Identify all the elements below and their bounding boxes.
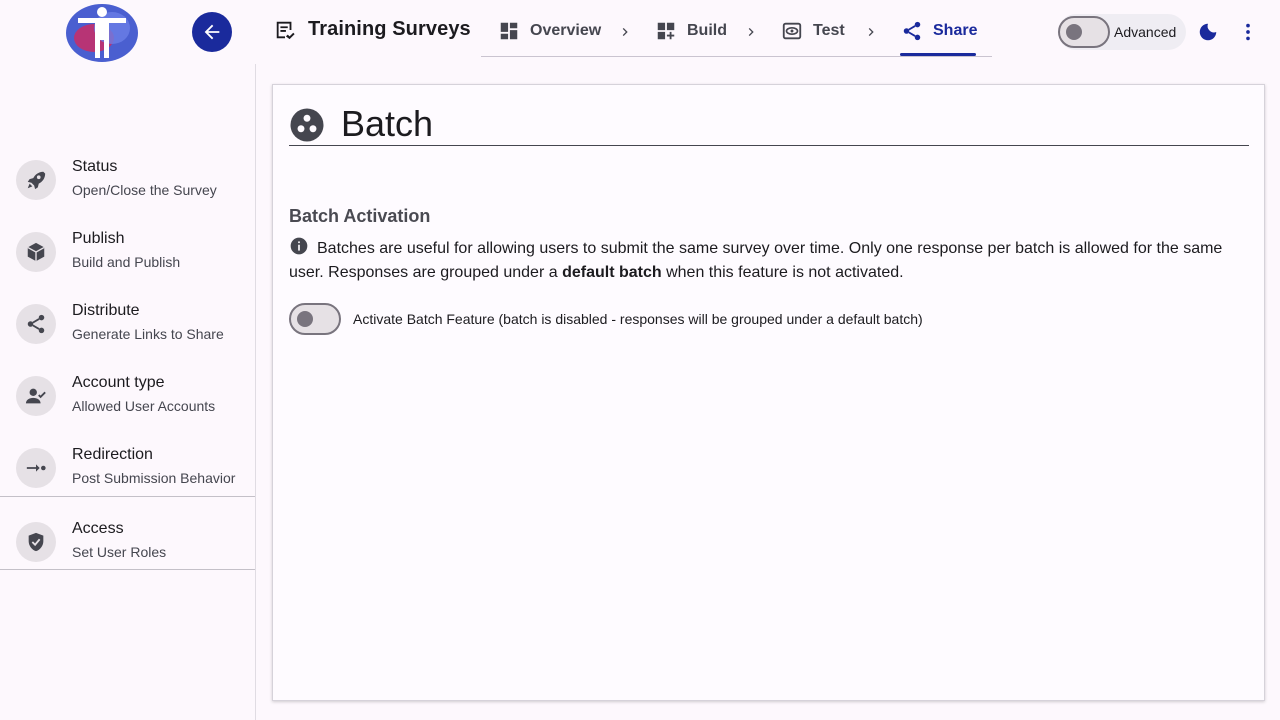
batch-feature-toggle[interactable] — [289, 303, 341, 335]
tab-share-label: Share — [933, 22, 978, 39]
batch-card: Batch Batch Activation Batches are usefu… — [272, 84, 1265, 701]
sidebar-item-title: Access — [72, 520, 124, 537]
share-sidebar: Status Open/Close the Survey Publish Bui… — [0, 64, 256, 720]
sidebar-item-subtitle: Generate Links to Share — [72, 326, 224, 342]
sidebar-item-subtitle: Open/Close the Survey — [72, 182, 217, 198]
survey-title: Training Surveys — [308, 18, 471, 40]
cube-icon — [16, 232, 56, 272]
dark-mode-button[interactable] — [1196, 20, 1220, 44]
moon-icon — [1199, 23, 1217, 41]
sidebar-item-subtitle: Allowed User Accounts — [72, 398, 216, 414]
sidebar-divider — [0, 569, 255, 570]
app-header: Training Surveys Overview Build Test Sha… — [0, 0, 1280, 64]
preview-eye-icon — [782, 22, 802, 40]
sidebar-item-subtitle: Set User Roles — [72, 544, 167, 560]
sidebar-item-subtitle: Post Submission Behavior — [72, 470, 236, 486]
more-vert-icon — [1246, 23, 1250, 41]
toggle-knob — [1066, 24, 1082, 40]
sidebar-item-account-type[interactable]: Account type Allowed User Accounts — [0, 366, 255, 434]
info-text-bold: default batch — [562, 264, 662, 281]
dashboard-add-icon — [657, 22, 675, 40]
chevron-right-icon — [868, 28, 874, 36]
sidebar-item-title: Account type — [72, 374, 165, 391]
advanced-mode-switch[interactable]: Advanced — [1058, 14, 1186, 50]
toggle-knob — [297, 311, 313, 327]
chevron-right-icon — [622, 28, 628, 36]
sidebar-item-publish[interactable]: Publish Build and Publish — [0, 222, 255, 290]
section-title: Batch Activation — [289, 206, 431, 226]
tab-test[interactable]: Test — [781, 20, 845, 42]
survey-title-group: Training Surveys — [274, 18, 471, 41]
tab-build-label: Build — [687, 22, 727, 39]
batch-feature-row: Activate Batch Feature (batch is disable… — [289, 303, 923, 335]
sidebar-item-title: Redirection — [72, 446, 153, 463]
tab-overview[interactable]: Overview — [498, 20, 601, 42]
sidebar-item-title: Distribute — [72, 302, 140, 319]
dashboard-icon — [500, 22, 518, 40]
advanced-toggle[interactable] — [1058, 16, 1110, 48]
sidebar-item-title: Status — [72, 158, 118, 175]
tab-share[interactable]: Share — [901, 20, 977, 42]
back-button[interactable] — [192, 12, 232, 52]
info-text-after: when this feature is not activated. — [661, 264, 904, 281]
share-icon — [903, 21, 921, 41]
batch-feature-label: Activate Batch Feature (batch is disable… — [353, 311, 923, 327]
survey-edit-icon — [276, 21, 295, 39]
shield-check-icon — [16, 522, 56, 562]
info-icon — [290, 237, 308, 255]
chevron-right-icon — [748, 28, 754, 36]
page-title: Batch — [341, 103, 434, 144]
sidebar-divider — [0, 496, 255, 497]
batch-dots-icon — [290, 108, 324, 142]
rocket-icon — [16, 160, 56, 200]
batch-info-text: Batches are useful for allowing users to… — [289, 236, 1229, 285]
sidebar-item-subtitle: Build and Publish — [72, 254, 181, 270]
advanced-label: Advanced — [1114, 24, 1177, 40]
tab-build[interactable]: Build — [655, 20, 727, 42]
redirect-icon — [16, 448, 56, 488]
more-options-button[interactable] — [1236, 20, 1260, 44]
tab-test-label: Test — [813, 22, 845, 39]
sidebar-item-title: Publish — [72, 230, 125, 247]
person-check-icon — [16, 376, 56, 416]
card-header: Batch — [289, 103, 1249, 146]
share-icon — [16, 304, 56, 344]
app-logo[interactable] — [64, 2, 140, 62]
active-tab-indicator — [900, 53, 976, 56]
sidebar-item-status[interactable]: Status Open/Close the Survey — [0, 150, 255, 218]
tab-overview-label: Overview — [530, 22, 602, 39]
arrow-left-icon — [204, 24, 220, 40]
sidebar-item-distribute[interactable]: Distribute Generate Links to Share — [0, 294, 255, 362]
